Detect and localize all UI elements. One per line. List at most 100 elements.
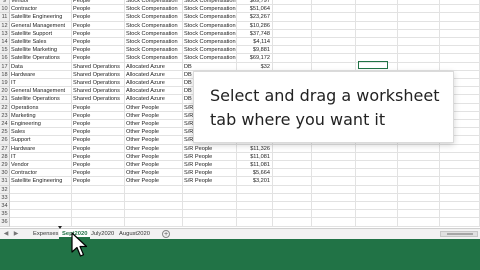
row-header[interactable]: 24 [0, 120, 10, 129]
grid-cell[interactable]: People [72, 103, 125, 112]
grid-cell[interactable] [312, 29, 356, 38]
grid-cell[interactable] [398, 218, 440, 227]
grid-cell[interactable] [312, 152, 356, 161]
grid-cell[interactable] [273, 210, 312, 219]
grid-cell[interactable]: Other People [125, 103, 183, 112]
row-header[interactable]: 11 [0, 13, 10, 22]
grid-cell[interactable] [398, 177, 440, 186]
grid-cell[interactable] [273, 152, 312, 161]
grid-cell[interactable]: $23,267 [237, 13, 273, 22]
row-header[interactable]: 32 [0, 185, 10, 194]
grid-cell[interactable]: Allocated Azure [125, 62, 183, 71]
grid-cell[interactable] [440, 62, 480, 71]
scrollbar-thumb[interactable] [447, 233, 473, 235]
grid-cell[interactable] [183, 202, 237, 211]
grid-cell[interactable] [356, 5, 398, 14]
grid-cell[interactable]: People [72, 161, 125, 170]
grid-cell[interactable] [356, 29, 398, 38]
grid-cell[interactable]: People [72, 21, 125, 30]
row-header[interactable]: 14 [0, 38, 10, 47]
grid-cell[interactable]: $5,664 [237, 169, 273, 178]
grid-cell[interactable] [312, 62, 356, 71]
grid-cell[interactable]: Shared Operations [72, 87, 125, 96]
grid-cell[interactable] [312, 13, 356, 22]
grid-cell[interactable]: Allocated Azure [125, 95, 183, 104]
grid-cell[interactable] [273, 218, 312, 227]
grid-cell[interactable] [398, 21, 440, 30]
grid-cell[interactable]: Satellite Marketing [10, 46, 72, 55]
grid-cell[interactable]: General Management [10, 87, 72, 96]
grid-cell[interactable]: People [72, 5, 125, 14]
grid-cell[interactable]: Other People [125, 161, 183, 170]
grid-cell[interactable]: Stock Compensation [125, 5, 183, 14]
grid-cell[interactable] [72, 210, 125, 219]
grid-cell[interactable]: Satellite Engineering [10, 177, 72, 186]
row-header[interactable]: 12 [0, 21, 10, 30]
grid-cell[interactable]: $32 [237, 62, 273, 71]
grid-cell[interactable] [356, 202, 398, 211]
grid-cell[interactable]: Satellite Engineering [10, 13, 72, 22]
grid-cell[interactable] [440, 218, 480, 227]
grid-cell[interactable] [10, 210, 72, 219]
grid-cell[interactable] [125, 193, 183, 202]
row-header[interactable]: 16 [0, 54, 10, 63]
grid-cell[interactable] [72, 202, 125, 211]
grid-cell[interactable] [356, 210, 398, 219]
grid-cell[interactable] [273, 161, 312, 170]
grid-cell[interactable] [440, 46, 480, 55]
grid-cell[interactable]: Sales [10, 128, 72, 137]
grid-cell[interactable]: Stock Compensation [125, 13, 183, 22]
row-header[interactable]: 18 [0, 70, 10, 79]
grid-cell[interactable] [273, 169, 312, 178]
grid-cell[interactable] [273, 177, 312, 186]
grid-cell[interactable]: Hardware [10, 70, 72, 79]
grid-cell[interactable] [312, 218, 356, 227]
row-header[interactable]: 33 [0, 193, 10, 202]
grid-cell[interactable]: Allocated Azure [125, 70, 183, 79]
grid-cell[interactable] [237, 185, 273, 194]
grid-cell[interactable] [398, 152, 440, 161]
row-header[interactable]: 35 [0, 210, 10, 219]
grid-cell[interactable]: DB [183, 62, 237, 71]
grid-cell[interactable] [398, 193, 440, 202]
grid-cell[interactable]: People [72, 54, 125, 63]
horizontal-scrollbar[interactable] [440, 231, 478, 237]
grid-cell[interactable]: Stock Compensation [125, 38, 183, 47]
grid-cell[interactable]: S/R People [183, 144, 237, 153]
grid-cell[interactable] [398, 202, 440, 211]
row-header[interactable]: 22 [0, 103, 10, 112]
grid-cell[interactable] [312, 5, 356, 14]
grid-cell[interactable]: General Management [10, 21, 72, 30]
grid-cell[interactable]: $3,201 [237, 177, 273, 186]
grid-cell[interactable]: People [72, 169, 125, 178]
row-header[interactable]: 28 [0, 152, 10, 161]
row-header[interactable]: 27 [0, 144, 10, 153]
grid-cell[interactable]: Stock Compensation [183, 29, 237, 38]
row-header[interactable]: 10 [0, 5, 10, 14]
grid-cell[interactable]: People [72, 136, 125, 145]
grid-cell[interactable] [440, 193, 480, 202]
grid-cell[interactable] [183, 218, 237, 227]
plus-circle-icon[interactable]: + [162, 230, 170, 238]
grid-cell[interactable]: Allocated Azure [125, 79, 183, 88]
grid-cell[interactable] [237, 218, 273, 227]
grid-cell[interactable]: Stock Compensation [183, 46, 237, 55]
grid-cell[interactable] [10, 193, 72, 202]
grid-cell[interactable] [10, 185, 72, 194]
row-header[interactable]: 26 [0, 136, 10, 145]
grid-cell[interactable] [273, 29, 312, 38]
grid-cell[interactable]: Other People [125, 136, 183, 145]
grid-cell[interactable] [440, 21, 480, 30]
grid-cell[interactable]: $9,881 [237, 46, 273, 55]
grid-cell[interactable] [312, 144, 356, 153]
grid-cell[interactable] [356, 38, 398, 47]
grid-cell[interactable] [356, 185, 398, 194]
grid-cell[interactable] [183, 210, 237, 219]
grid-cell[interactable]: $4,114 [237, 38, 273, 47]
grid-cell[interactable]: $11,081 [237, 152, 273, 161]
row-header[interactable]: 21 [0, 95, 10, 104]
grid-cell[interactable] [312, 161, 356, 170]
tab-expenses[interactable]: Expenses [30, 229, 61, 239]
grid-cell[interactable] [440, 5, 480, 14]
grid-cell[interactable] [312, 177, 356, 186]
